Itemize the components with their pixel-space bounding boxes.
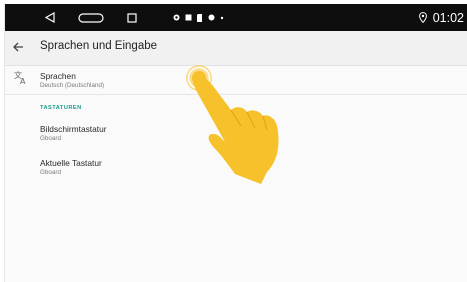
current-keyboard-title: Aktuelle Tastatur (40, 158, 102, 168)
back-nav-icon[interactable] (45, 4, 55, 31)
message-icon (185, 14, 192, 21)
arrow-back-icon[interactable] (10, 39, 26, 55)
current-keyboard-subtitle: Gboard (40, 169, 62, 176)
small-dot-icon (220, 16, 224, 19)
dot-icon (208, 14, 215, 21)
android-settings-screen: 01:02 Sprachen und Eingabe 文 A Sprachen … (4, 4, 467, 282)
translate-icon: 文 A (13, 69, 29, 86)
page-title: Sprachen und Eingabe (40, 40, 158, 52)
status-right: 01:02 (418, 4, 464, 31)
recents-nav-icon[interactable] (127, 4, 137, 31)
home-nav-icon[interactable] (78, 4, 104, 31)
onscreen-keyboard-subtitle: Gboard (40, 135, 62, 142)
status-bar: 01:02 (5, 4, 467, 31)
sd-card-icon (197, 13, 202, 22)
svg-text:A: A (20, 77, 26, 85)
location-icon (173, 14, 180, 20)
tap-hand-icon (177, 54, 287, 194)
location-pin-icon (418, 12, 427, 23)
clock: 01:02 (432, 10, 464, 25)
onscreen-keyboard-title: Bildschirmtastatur (40, 124, 107, 134)
section-header-keyboards: TASTATUREN (40, 105, 82, 111)
notification-icons (173, 4, 224, 31)
languages-subtitle: Deutsch (Deutschland) (40, 82, 105, 89)
languages-title: Sprachen (40, 71, 76, 81)
